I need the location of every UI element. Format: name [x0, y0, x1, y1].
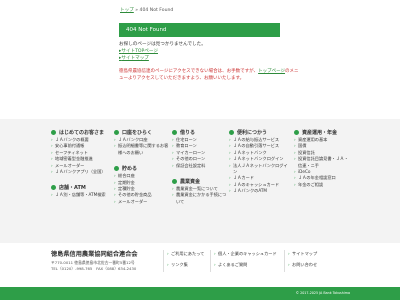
cash-card-link[interactable]: 個人・企業のキャッシュカード [214, 251, 277, 257]
footer-col-borrow: 借りる 住宅ローン 教育ローン マイカーローン その他のローン 保証会社設定料 … [172, 129, 228, 205]
nav-item[interactable]: 年金のご相談 [294, 182, 352, 189]
borrow-heading[interactable]: 借りる [172, 129, 228, 137]
nav-item[interactable]: 投資信託目論見書・ＪＡ・信連・ニ手 [294, 156, 352, 169]
bank-phone: TEL（0120）-998-765 FAX（088）634-2430 [51, 266, 137, 271]
nav-item[interactable]: ＪＡ別・店舗等・ATM検索 [51, 192, 106, 199]
nav-item[interactable]: 法人ＪＡネットバンクログイン [229, 163, 291, 176]
faq-link[interactable]: よくあるご質問 [214, 262, 247, 268]
bullet-icon [51, 129, 56, 135]
footer-col-convenient: 便利につかう ＪＡの給与振込サービス ＪＡの自動引落サービス ＪＡネットバンク … [229, 129, 291, 195]
terms-link[interactable]: ご利用にあたって [167, 251, 204, 257]
divider [163, 250, 164, 272]
asset-heading[interactable]: 資産運用・年金 [294, 129, 352, 137]
nav-item[interactable]: ＪＡバンクアプリ（全国） [51, 169, 106, 176]
top-page-inline-link[interactable]: トップページ [258, 69, 285, 74]
footer-navigation: はじめてのお客さま ＪＡバンクの概要 安心事前付通帳 セーフティネット 地域密着… [0, 119, 400, 243]
open-account-heading[interactable]: 口座をひらく [114, 129, 170, 137]
main-content: 404 Not Found お探しのページは見つかりませんでした。 サイトTOP… [119, 23, 299, 82]
breadcrumb-current: 404 Not Found [139, 8, 174, 13]
nav-item[interactable]: 農業資金にかかる手続について [172, 192, 228, 205]
footer-col-asset: 資産運用・年金 資産運用の基本 国債 投資信託 投資信託目論見書・ＪＡ・信連・ニ… [294, 129, 352, 189]
help-description: 徳島県農協信連のページにアクセスできない場合は、お手数ですが、トップページのメニ… [119, 68, 301, 82]
bullet-icon [114, 129, 119, 135]
divider [210, 250, 211, 272]
sitemap-footer-link[interactable]: サイトマップ [288, 251, 317, 257]
divider [284, 250, 285, 272]
breadcrumb-home-link[interactable]: トップ [120, 8, 134, 13]
page-title: 404 Not Found [119, 23, 280, 37]
copyright-bar: © 2017-2025 JA Bank Tokushima [0, 287, 400, 300]
bullet-icon [294, 129, 299, 135]
bank-name: 徳島県信用農業協同組合連合会 [51, 251, 138, 258]
agri-funds-heading[interactable]: 農業資金 [172, 178, 228, 186]
bullet-icon [51, 184, 56, 190]
footer-col-open-account: 口座をひらく ＪＡバンク口座 振込明細書等に関するお客様へのお願い 貯める 総合… [114, 129, 170, 206]
links-page-link[interactable]: リンク集 [167, 262, 188, 268]
nav-item[interactable]: メールオーダー [114, 199, 170, 206]
convenient-heading[interactable]: 便利につかう [229, 129, 291, 137]
bullet-icon [114, 165, 119, 171]
bullet-icon [172, 178, 177, 184]
footer-bottom: 徳島県信用農業協同組合連合会 〒770-0011 徳島県徳島市北佐古一番町5番1… [0, 243, 400, 287]
bullet-icon [172, 129, 177, 135]
not-found-message: お探しのページは見つかりませんでした。 [119, 42, 206, 47]
sitemap-link[interactable]: サイトマップ [119, 56, 280, 63]
breadcrumb-separator: » [135, 8, 139, 13]
contact-link[interactable]: お問い合わせ [288, 262, 317, 268]
nav-item[interactable]: 振込明細書等に関するお客様へのお願い [114, 143, 170, 156]
breadcrumb: トップ » 404 Not Found [120, 7, 173, 13]
nav-item[interactable]: ＪＡバンクのATM [229, 188, 291, 195]
desc-before: 徳島県農協信連のページにアクセスできない場合は、お手数ですが、 [119, 69, 259, 74]
quick-links: サイトTOPページ サイトマップ [119, 49, 280, 62]
bullet-icon [229, 129, 234, 135]
first-time-heading[interactable]: はじめてのお客さま [51, 129, 106, 137]
nav-item[interactable]: 保証会社設定料 [172, 163, 228, 170]
footer-col-first-time: はじめてのお客さま ＪＡバンクの概要 安心事前付通帳 セーフティネット 地域密着… [51, 129, 106, 199]
